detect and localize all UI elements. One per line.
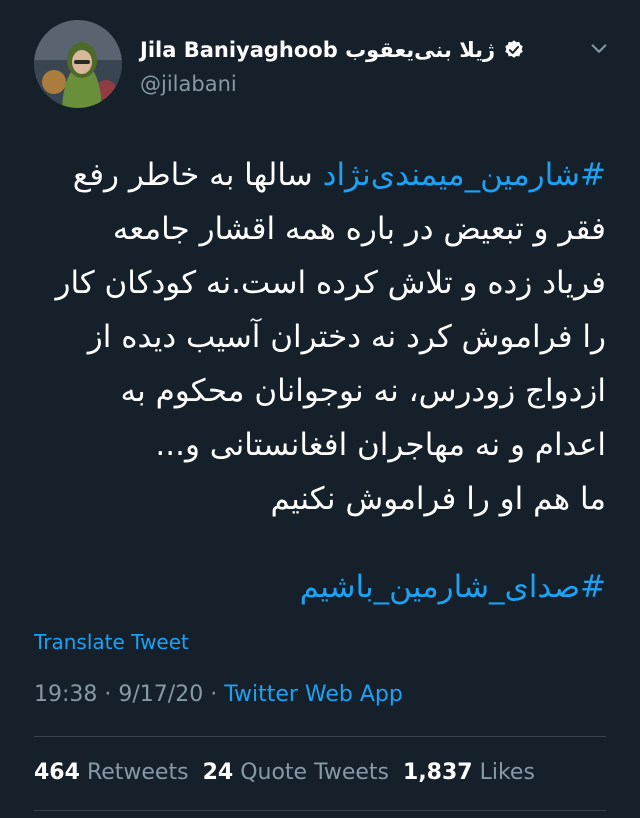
- translate-tweet-link[interactable]: Translate Tweet: [34, 630, 189, 654]
- tweet-line: ازدواج زودرس، نه نوجوانان محکوم به: [120, 373, 606, 409]
- quote-tweets-stat[interactable]: 24 Quote Tweets: [203, 760, 389, 785]
- tweet-line: را فراموش کرد نه دختران آسیب دیده از: [87, 319, 606, 355]
- tweet-stats: 464 Retweets 24 Quote Tweets 1,837 Likes: [34, 760, 535, 785]
- hashtag-link[interactable]: #شارمین_میمندی‌نژاد: [323, 157, 606, 193]
- tweet-header: Jila Baniyaghoob ژيلا بنی‌یعقوب @jilaban…: [34, 20, 614, 110]
- avatar[interactable]: [34, 20, 122, 108]
- author-name[interactable]: Jila Baniyaghoob ژيلا بنی‌یعقوب: [140, 38, 495, 62]
- tweet-line: #صدای_شارمین_باشیم: [30, 560, 606, 614]
- retweets-stat[interactable]: 464 Retweets: [34, 760, 189, 785]
- tweet-body: #شارمین_میمندی‌نژاد سالها به خاطر رفع فق…: [30, 148, 607, 614]
- likes-stat[interactable]: 1,837 Likes: [403, 760, 535, 785]
- hashtag-link[interactable]: #صدای_شارمین_باشیم: [300, 569, 606, 605]
- avatar-photo: [34, 20, 122, 108]
- tweet-source-link[interactable]: Twitter Web App: [224, 682, 403, 707]
- divider: [34, 810, 606, 811]
- tweet-line: #شارمین_میمندی‌نژاد سالها به خاطر رفع: [72, 157, 606, 193]
- divider: [34, 736, 606, 737]
- author-handle[interactable]: @jilabani: [140, 72, 237, 96]
- tweet-line: اعدام و نه مهاجران افغانستانی و...: [155, 427, 606, 463]
- chevron-down-icon[interactable]: [588, 38, 610, 60]
- tweet-line: فریاد زده و تلاش کرده است.نه کودکان کار: [55, 265, 607, 301]
- tweet-time[interactable]: 19:38: [34, 682, 97, 707]
- verified-badge-icon: [505, 40, 523, 58]
- tweet-line: ما هم او را فراموش نکنیم: [270, 481, 606, 517]
- tweet-date[interactable]: 9/17/20: [118, 682, 203, 707]
- tweet-line: فقر و تبعیض در باره همه اقشار جامعه: [112, 211, 606, 247]
- tweet-meta: 19:38 · 9/17/20 · Twitter Web App: [34, 682, 403, 707]
